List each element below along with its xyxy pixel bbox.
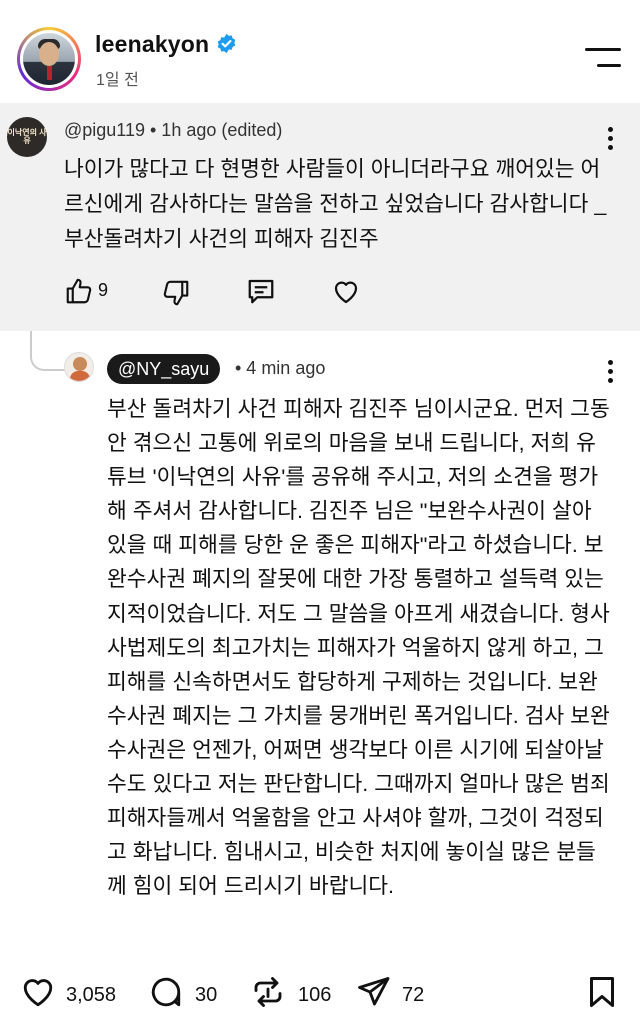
verified-badge-icon	[217, 33, 236, 54]
commenter-avatar[interactable]: 이낙연의 사유	[7, 117, 47, 157]
bookmark-icon[interactable]	[584, 974, 620, 1010]
heart-icon[interactable]	[20, 974, 56, 1010]
more-dots-icon[interactable]	[608, 127, 614, 151]
heart-icon[interactable]	[331, 277, 361, 307]
post-time: 1일 전	[96, 72, 139, 89]
comment-count: 30	[195, 984, 218, 1006]
repost-count: 106	[298, 984, 332, 1006]
comment-icon[interactable]	[148, 974, 184, 1010]
comment-like-count: 9	[98, 280, 109, 300]
reply-time: • 4 min ago	[235, 358, 326, 378]
username[interactable]: leenakyon	[95, 31, 209, 58]
reply-avatar[interactable]	[64, 352, 94, 382]
more-dots-icon[interactable]	[608, 360, 614, 384]
like-count: 3,058	[66, 984, 117, 1006]
thumbs-up-icon[interactable]	[64, 276, 94, 306]
share-count: 72	[402, 984, 425, 1006]
repost-icon[interactable]	[250, 974, 286, 1010]
commenter-handle[interactable]: @pigu119 • 1h ago (edited)	[64, 120, 282, 141]
reply-handle[interactable]: @NY_sayu	[107, 354, 221, 384]
profile-avatar[interactable]	[17, 27, 81, 91]
share-icon[interactable]	[355, 974, 391, 1010]
reply-body: 부산 돌려차기 사건 피해자 김진주 님이시군요. 먼저 그동안 겪으신 고통에…	[107, 397, 610, 899]
menu-icon[interactable]	[585, 48, 621, 70]
avatar-logo-text: 이낙연의 사유	[7, 128, 47, 145]
thumbs-down-icon[interactable]	[161, 278, 191, 308]
comment-icon[interactable]	[246, 276, 276, 306]
comment-body: 나이가 많다고 다 현명한 사람들이 아니더라구요 깨어있는 어르신에게 감사하…	[64, 157, 607, 251]
